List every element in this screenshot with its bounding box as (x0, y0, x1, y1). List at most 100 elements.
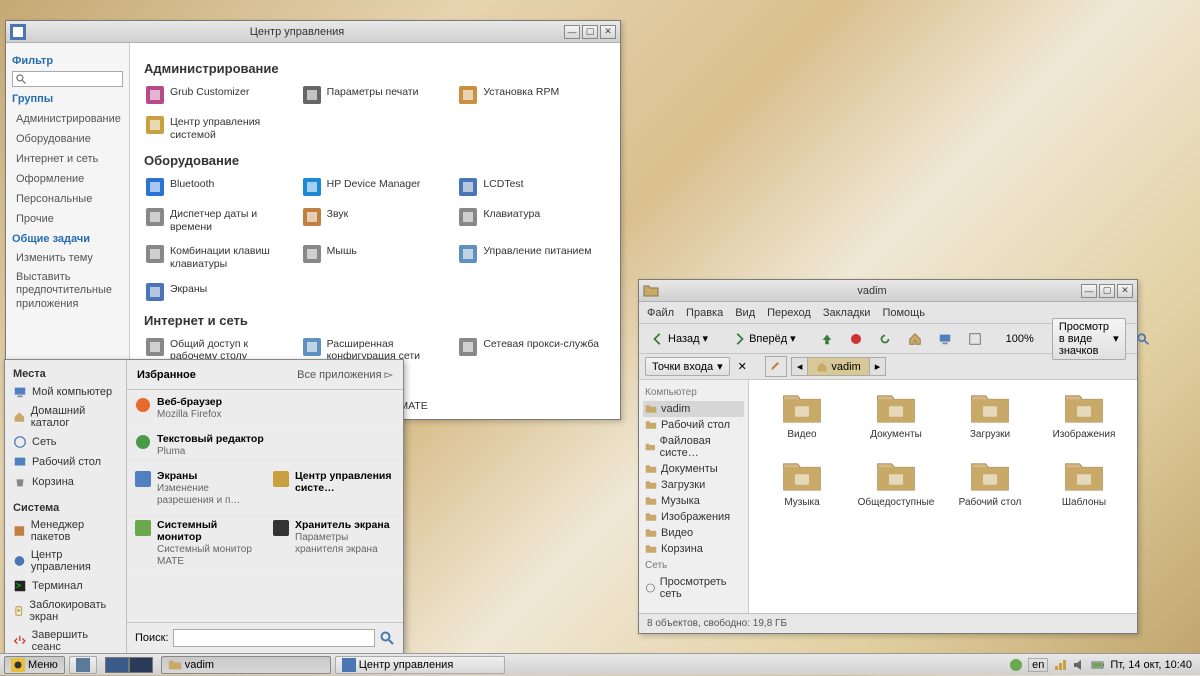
places-item[interactable]: Сеть (9, 432, 122, 452)
entry-points-select[interactable]: Точки входа▾ (645, 357, 730, 376)
all-apps-link[interactable]: Все приложения ▻ (297, 368, 393, 381)
workspace-2[interactable] (129, 657, 153, 673)
folder[interactable]: Шаблоны (1041, 458, 1127, 508)
system-item[interactable]: Менеджер пакетов (9, 516, 122, 546)
sidebar-item[interactable]: Музыка (643, 493, 744, 509)
menu-search-input[interactable] (173, 629, 375, 647)
stop-button[interactable] (844, 329, 868, 349)
search-button[interactable] (1130, 328, 1156, 350)
sidebar-item[interactable]: Изображения (643, 509, 744, 525)
sidebar-item[interactable]: Документы (643, 461, 744, 477)
file-manager-titlebar[interactable]: vadim — ▢ ✕ (639, 280, 1137, 302)
show-desktop-button[interactable] (69, 656, 97, 674)
control-center-titlebar[interactable]: Центр управления — ▢ ✕ (6, 21, 620, 43)
close-button[interactable]: ✕ (1117, 284, 1133, 298)
sidebar-item[interactable]: Корзина (643, 541, 744, 557)
filter-input[interactable] (27, 73, 107, 85)
settings-item[interactable]: Сетевая прокси-служба (457, 334, 606, 367)
places-item[interactable]: Рабочий стол (9, 452, 122, 472)
task-item[interactable]: Изменить тему (12, 249, 123, 268)
edit-path-button[interactable] (765, 356, 787, 377)
path-prev-button[interactable]: ◂ (792, 358, 809, 375)
menu-item[interactable]: Файл (647, 307, 674, 319)
volume-icon[interactable] (1072, 658, 1086, 672)
view-mode-select[interactable]: Просмотр в виде значков▾ (1052, 318, 1126, 360)
home-button[interactable] (902, 328, 928, 350)
app-item[interactable]: Центр управления систе… (265, 464, 403, 513)
close-button[interactable]: ✕ (600, 25, 616, 39)
folder[interactable]: Изображения (1041, 390, 1127, 440)
places-item[interactable]: Домашний каталог (9, 402, 122, 432)
settings-item[interactable]: Grub Customizer (144, 82, 293, 108)
minimize-button[interactable]: — (564, 25, 580, 39)
up-button[interactable] (814, 328, 840, 350)
sidebar-item[interactable]: Загрузки (643, 477, 744, 493)
workspace-1[interactable] (105, 657, 129, 673)
forward-button[interactable]: Вперёд▾ (726, 328, 802, 350)
system-item[interactable]: Завершить сеанс (9, 626, 122, 656)
clock[interactable]: Пт, 14 окт, 10:40 (1110, 659, 1192, 671)
settings-item[interactable]: Клавиатура (457, 204, 606, 237)
update-icon[interactable] (1009, 658, 1023, 672)
group-item[interactable]: Оформление (12, 169, 123, 189)
filter-search[interactable] (12, 71, 123, 87)
sidebar-item[interactable]: Видео (643, 525, 744, 541)
menu-item[interactable]: Помощь (882, 307, 925, 319)
folder[interactable]: Общедоступные (853, 458, 939, 508)
maximize-button[interactable]: ▢ (582, 25, 598, 39)
settings-item[interactable]: Мышь (301, 241, 450, 274)
menu-button[interactable]: Меню (4, 656, 65, 674)
new-window-button[interactable] (962, 328, 988, 350)
task-item[interactable]: Выставить предпочтительные приложения (12, 268, 123, 314)
settings-item[interactable]: LCDTest (457, 174, 606, 200)
folder[interactable]: Загрузки (947, 390, 1033, 440)
sidebar-item[interactable]: Файловая систе… (643, 433, 744, 461)
group-item[interactable]: Персональные (12, 189, 123, 209)
system-item[interactable]: Центр управления (9, 546, 122, 576)
reload-button[interactable] (872, 328, 898, 350)
menu-item[interactable]: Правка (686, 307, 723, 319)
settings-item[interactable]: Управление питанием (457, 241, 606, 274)
settings-item[interactable]: Параметры печати (301, 82, 450, 108)
group-item[interactable]: Оборудование (12, 129, 123, 149)
settings-item[interactable]: Bluetooth (144, 174, 293, 200)
task-vadim[interactable]: vadim (161, 656, 331, 674)
group-item[interactable]: Администрирование (12, 109, 123, 129)
battery-icon[interactable] (1091, 658, 1105, 672)
app-item[interactable]: ЭкраныИзменение разрешения и п… (127, 464, 265, 513)
sidebar-item[interactable]: Рабочий стол (643, 417, 744, 433)
settings-item[interactable]: Установка RPM (457, 82, 606, 108)
maximize-button[interactable]: ▢ (1099, 284, 1115, 298)
folder[interactable]: Видео (759, 390, 845, 440)
task-control-center[interactable]: Центр управления (335, 656, 505, 674)
folder[interactable]: Музыка (759, 458, 845, 508)
menu-item[interactable]: Переход (767, 307, 811, 319)
sidebar-item[interactable]: Просмотреть сеть (643, 574, 744, 602)
places-item[interactable]: Корзина (9, 472, 122, 492)
system-item[interactable]: >Терминал (9, 576, 122, 596)
settings-item[interactable]: Диспетчер даты и времени (144, 204, 293, 237)
settings-item[interactable]: HP Device Manager (301, 174, 450, 200)
app-item[interactable]: Веб-браузерMozilla Firefox (127, 390, 403, 427)
menu-item[interactable]: Вид (735, 307, 755, 319)
app-item[interactable]: Хранитель экранаПараметры хранителя экра… (265, 513, 403, 574)
minimize-button[interactable]: — (1081, 284, 1097, 298)
group-item[interactable]: Интернет и сеть (12, 149, 123, 169)
path-crumb[interactable]: vadim (808, 358, 868, 375)
places-item[interactable]: Мой компьютер (9, 382, 122, 402)
zoom-label[interactable]: 100% (1000, 329, 1040, 349)
computer-button[interactable] (932, 328, 958, 350)
close-pane-button[interactable]: ✕ (734, 358, 751, 375)
keyboard-layout-indicator[interactable]: en (1028, 658, 1048, 672)
settings-item[interactable]: Звук (301, 204, 450, 237)
folder[interactable]: Рабочий стол (947, 458, 1033, 508)
settings-item[interactable]: Экраны (144, 279, 293, 305)
file-manager-view[interactable]: ВидеоДокументыЗагрузкиИзображения МузыкаО… (749, 380, 1137, 613)
back-button[interactable]: Назад▾ (645, 328, 714, 350)
group-item[interactable]: Прочие (12, 209, 123, 229)
settings-item[interactable]: Комбинации клавиш клавиатуры (144, 241, 293, 274)
app-item[interactable]: Текстовый редакторPluma (127, 427, 403, 464)
system-item[interactable]: Заблокировать экран (9, 596, 122, 626)
workspace-pager[interactable] (105, 657, 153, 673)
folder[interactable]: Документы (853, 390, 939, 440)
